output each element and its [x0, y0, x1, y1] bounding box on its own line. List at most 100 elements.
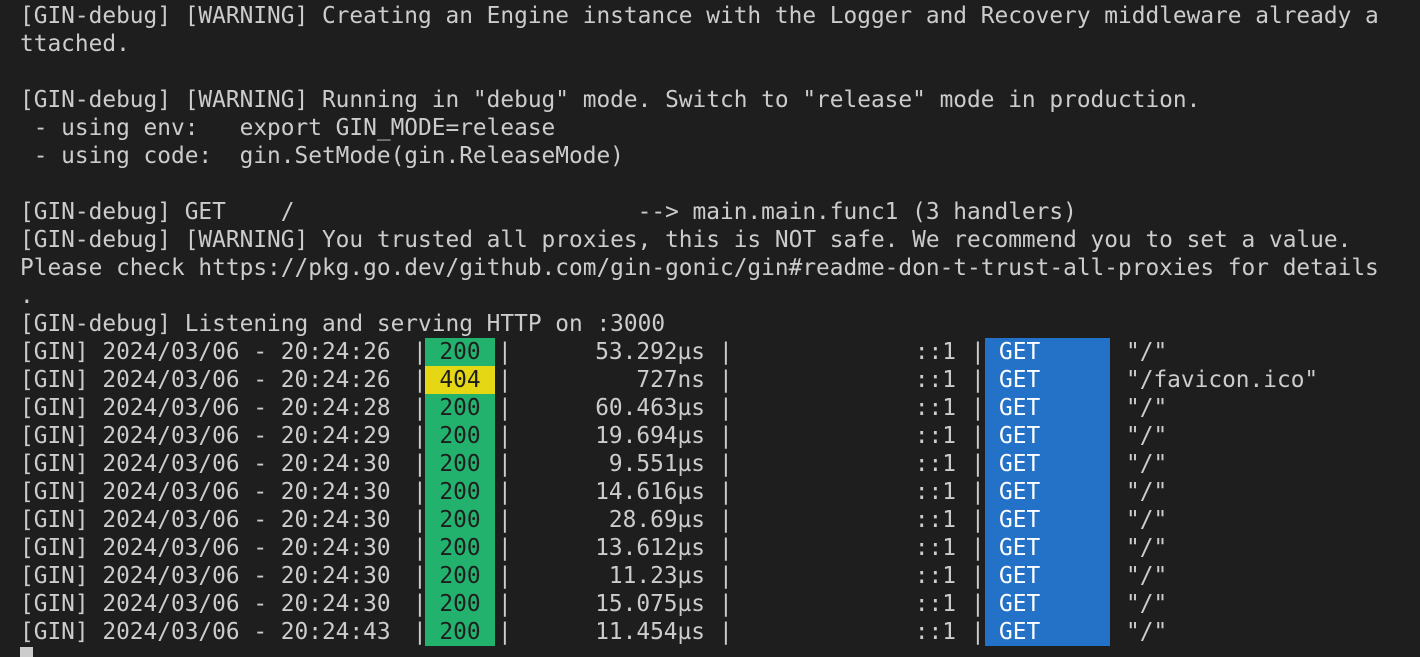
separator: |	[719, 451, 733, 477]
request-timestamp: [GIN] 2024/03/06 - 20:24:30	[20, 451, 391, 477]
latency-value: 13.612µs	[595, 535, 705, 561]
request-path: "/"	[1126, 451, 1168, 477]
status-badge: 200	[425, 590, 495, 618]
latency-value: 11.23µs	[608, 563, 705, 589]
latency-value: 14.616µs	[595, 479, 705, 505]
client-ip: ::1	[914, 619, 956, 645]
separator: |	[498, 395, 512, 421]
log-line: .	[20, 283, 34, 309]
separator: |	[498, 535, 512, 561]
separator: |	[498, 339, 512, 365]
request-row: [GIN] 2024/03/06 - 20:24:29 | 200 | 19.694µs…	[20, 422, 1410, 450]
request-row: [GIN] 2024/03/06 - 20:24:26 | 404 | 727ns |::…	[20, 366, 1410, 394]
request-path: "/"	[1126, 423, 1168, 449]
request-path: "/"	[1126, 507, 1168, 533]
debug-log: [GIN-debug] [WARNING] Creating an Engine…	[20, 2, 1410, 338]
latency-value: 28.69µs	[608, 507, 705, 533]
method-badge: GET	[985, 562, 1110, 590]
request-row: [GIN] 2024/03/06 - 20:24:30 | 200 | 15.075µs…	[20, 590, 1410, 618]
separator: |	[719, 339, 733, 365]
status-badge: 404	[425, 366, 495, 394]
separator: |	[498, 563, 512, 589]
request-path: "/"	[1126, 339, 1168, 365]
request-row: [GIN] 2024/03/06 - 20:24:28 | 200 | 60.463µs…	[20, 394, 1410, 422]
separator: |	[971, 451, 985, 477]
latency-value: 53.292µs	[595, 339, 705, 365]
separator: |	[971, 423, 985, 449]
method-badge: GET	[985, 450, 1110, 478]
status-badge: 200	[425, 478, 495, 506]
log-line: [GIN-debug] [WARNING] Running in "debug"…	[20, 87, 1201, 113]
method-badge: GET	[985, 590, 1110, 618]
request-row: [GIN] 2024/03/06 - 20:24:43 | 200 | 11.454µs…	[20, 618, 1410, 646]
request-row: [GIN] 2024/03/06 - 20:24:30 | 200 | 11.23µs |…	[20, 562, 1410, 590]
request-path: "/"	[1126, 479, 1168, 505]
separator: |	[971, 535, 985, 561]
status-badge: 200	[425, 506, 495, 534]
log-line: ttached.	[20, 31, 130, 57]
status-badge: 200	[425, 338, 495, 366]
log-line: - using env: export GIN_MODE=release	[20, 115, 556, 141]
request-timestamp: [GIN] 2024/03/06 - 20:24:30	[20, 507, 391, 533]
client-ip: ::1	[914, 535, 956, 561]
status-badge: 200	[425, 394, 495, 422]
separator: |	[498, 507, 512, 533]
request-timestamp: [GIN] 2024/03/06 - 20:24:43	[20, 619, 391, 645]
client-ip: ::1	[914, 367, 956, 393]
request-timestamp: [GIN] 2024/03/06 - 20:24:29	[20, 423, 391, 449]
separator: |	[719, 507, 733, 533]
separator: |	[971, 591, 985, 617]
method-badge: GET	[985, 338, 1110, 366]
request-timestamp: [GIN] 2024/03/06 - 20:24:26	[20, 339, 391, 365]
separator: |	[719, 591, 733, 617]
client-ip: ::1	[914, 563, 956, 589]
latency-value: 15.075µs	[595, 591, 705, 617]
request-path: "/"	[1126, 395, 1168, 421]
log-line: [GIN-debug] [WARNING] Creating an Engine…	[20, 3, 1379, 29]
status-badge: 200	[425, 534, 495, 562]
method-badge: GET	[985, 422, 1110, 450]
method-badge: GET	[985, 394, 1110, 422]
latency-value: 9.551µs	[608, 451, 705, 477]
latency-value: 727ns	[636, 367, 705, 393]
latency-value: 19.694µs	[595, 423, 705, 449]
status-badge: 200	[425, 422, 495, 450]
log-line: [GIN-debug] Listening and serving HTTP o…	[20, 311, 666, 337]
request-timestamp: [GIN] 2024/03/06 - 20:24:30	[20, 535, 391, 561]
separator: |	[498, 451, 512, 477]
separator: |	[719, 423, 733, 449]
request-row: [GIN] 2024/03/06 - 20:24:30 | 200 | 9.551µs |…	[20, 450, 1410, 478]
request-timestamp: [GIN] 2024/03/06 - 20:24:26	[20, 367, 391, 393]
log-line: [GIN-debug] [WARNING] You trusted all pr…	[20, 227, 1352, 253]
client-ip: ::1	[914, 479, 956, 505]
request-path: "/favicon.ico"	[1126, 367, 1319, 393]
method-badge: GET	[985, 478, 1110, 506]
request-timestamp: [GIN] 2024/03/06 - 20:24:30	[20, 479, 391, 505]
request-row: [GIN] 2024/03/06 - 20:24:30 | 200 | 13.612µs…	[20, 534, 1410, 562]
separator: |	[971, 367, 985, 393]
log-line: - using code: gin.SetMode(gin.ReleaseMod…	[20, 143, 624, 169]
separator: |	[498, 423, 512, 449]
log-line: [GIN-debug] GET / --> main.main.func1 (3…	[20, 199, 1077, 225]
client-ip: ::1	[914, 507, 956, 533]
client-ip: ::1	[914, 339, 956, 365]
separator: |	[971, 619, 985, 645]
latency-value: 60.463µs	[595, 395, 705, 421]
request-path: "/"	[1126, 563, 1168, 589]
request-path: "/"	[1126, 591, 1168, 617]
separator: |	[498, 367, 512, 393]
status-badge: 200	[425, 562, 495, 590]
separator: |	[971, 507, 985, 533]
request-path: "/"	[1126, 535, 1168, 561]
separator: |	[719, 535, 733, 561]
log-line: Please check https://pkg.go.dev/github.c…	[20, 255, 1379, 281]
request-row: [GIN] 2024/03/06 - 20:24:30 | 200 | 14.616µs…	[20, 478, 1410, 506]
method-badge: GET	[985, 534, 1110, 562]
client-ip: ::1	[914, 451, 956, 477]
request-timestamp: [GIN] 2024/03/06 - 20:24:30	[20, 563, 391, 589]
request-row: [GIN] 2024/03/06 - 20:24:26 | 200 | 53.292µs…	[20, 338, 1410, 366]
method-badge: GET	[985, 366, 1110, 394]
request-row: [GIN] 2024/03/06 - 20:24:30 | 200 | 28.69µs |…	[20, 506, 1410, 534]
